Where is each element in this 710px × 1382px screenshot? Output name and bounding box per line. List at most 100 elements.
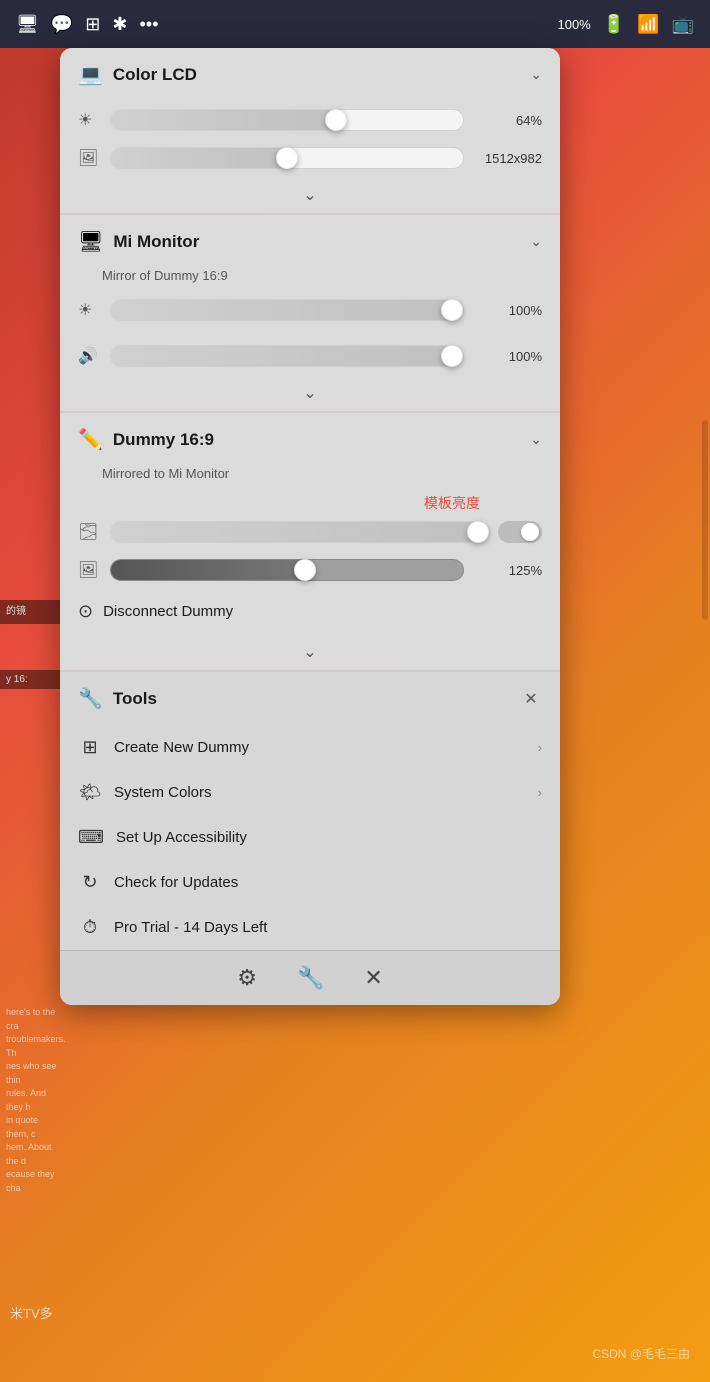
dummy-chevron[interactable]: ⌄ [530,431,542,448]
close-circle-button[interactable]: ✕ [364,965,382,991]
system-colors-icon: 🌤 [78,782,102,803]
menubar-right: 100% 🔋 📶 📺 [557,14,694,35]
color-lcd-collapse[interactable]: ⌄ [60,177,560,213]
mi-monitor-chevron[interactable]: ⌄ [530,233,542,250]
system-colors-label: System Colors [114,784,212,801]
dummy-brightness-label: 模板亮度 [424,495,480,511]
mi-monitor-header[interactable]: 🖥 Mi Monitor ⌄ [60,215,560,268]
dummy-header[interactable]: ✏️ Dummy 16:9 ⌄ [60,413,560,466]
tools-section: 🔧 Tools ✕ ⊞ Create New Dummy › 🌤 System … [60,672,560,950]
menubar: 🖥 💬 ⊞ ✱ ••• 100% 🔋 📶 📺 [0,0,710,48]
mi-brightness-slider[interactable] [110,299,464,321]
dummy-brightness-label-wrapper: 模板亮度 [60,489,560,513]
tools-title: Tools [113,689,157,709]
dummy-brightness-fill [111,522,489,542]
bg-side-label: 的镜 [0,600,68,624]
dummy-collapse[interactable]: ⌄ [60,634,560,670]
mi-volume-value: 100% [472,349,542,364]
resolution-slider-row: 🖼 1512x982 [60,139,560,177]
mi-brightness-icon: ☀ [78,300,102,320]
grid-icon[interactable]: ⊞ [85,14,100,35]
tools-icon: 🔧 [78,686,103,711]
accessibility-label: Set Up Accessibility [116,829,247,846]
gear-button[interactable]: ⚙ [237,965,257,991]
brightness-thumb[interactable] [325,109,347,131]
scrollbar[interactable] [702,420,708,620]
monitor-menu-icon[interactable]: 🖥 [16,14,39,35]
bg-label-2: y 16: [6,674,28,685]
mi-volume-fill [111,346,463,366]
updates-label: Check for Updates [114,874,238,891]
check-updates-left: ↻ Check for Updates [78,872,238,893]
create-dummy-icon: ⊞ [78,737,102,758]
dummy-brightness-slider[interactable] [110,521,490,543]
bg-side-label2: y 16: [0,670,68,689]
dummy-scale-slider[interactable] [110,559,464,581]
color-lcd-section: 💻 Color LCD ⌄ ☀ 64% 🖼 1512x982 ⌄ [60,48,560,213]
mi-brightness-value: 100% [472,303,542,318]
set-up-accessibility-left: ⌨ Set Up Accessibility [78,827,247,848]
dummy-scale-row: 🖼 125% 模板缩放比例 [60,551,560,589]
cast-icon[interactable]: 📺 [672,14,694,35]
resolution-slider[interactable] [110,147,464,169]
mi-brightness-thumb[interactable] [441,299,463,321]
mi-volume-icon: 🔊 [78,346,102,366]
dummy-brightness-thumb[interactable] [467,521,489,543]
mi-volume-slider[interactable] [110,345,464,367]
create-new-dummy-item[interactable]: ⊞ Create New Dummy › [60,725,560,770]
wechat-icon[interactable]: 💬 [51,14,73,35]
color-lcd-chevron[interactable]: ⌄ [530,66,542,83]
dots-icon[interactable]: ••• [139,14,158,35]
mi-brightness-fill [111,300,463,320]
wifi-icon[interactable]: 📶 [637,14,659,35]
dummy-title: Dummy 16:9 [113,430,214,450]
color-lcd-title: Color LCD [113,65,197,85]
brightness-slider-row: ☀ 64% [60,101,560,139]
mi-monitor-header-left: 🖥 Mi Monitor [78,229,199,254]
brightness-icon: ☀ [78,110,102,130]
dummy-toggle[interactable] [498,521,542,543]
updates-icon: ↻ [78,872,102,893]
bottom-label: 米TV多 [10,1303,53,1322]
collapse-chevron-1: ⌄ [303,185,316,205]
collapse-chevron-3: ⌄ [303,642,316,662]
dummy-header-left: ✏️ Dummy 16:9 [78,427,214,452]
main-panel: 💻 Color LCD ⌄ ☀ 64% 🖼 1512x982 ⌄ [60,48,560,1005]
pro-trial-item[interactable]: ⏱ Pro Trial - 14 Days Left [60,905,560,950]
dummy-section: ✏️ Dummy 16:9 ⌄ Mirrored to Mi Monitor 模… [60,413,560,670]
disconnect-icon: ⊙ [78,601,93,622]
wrench-button[interactable]: 🔧 [297,965,324,991]
mi-monitor-collapse[interactable]: ⌄ [60,375,560,411]
brightness-slider[interactable] [110,109,464,131]
bluetooth-icon[interactable]: ✱ [112,14,127,35]
battery-text: 100% [557,17,590,32]
resolution-thumb[interactable] [276,147,298,169]
create-dummy-arrow: › [538,740,542,755]
create-new-dummy-left: ⊞ Create New Dummy [78,737,249,758]
dummy-icon: ✏️ [78,427,103,452]
mi-volume-thumb[interactable] [441,345,463,367]
system-colors-item[interactable]: 🌤 System Colors › [60,770,560,815]
csdn-watermark: CSDN @毛毛三由 [592,1345,690,1362]
disconnect-label: Disconnect Dummy [103,603,233,620]
color-lcd-header[interactable]: 💻 Color LCD ⌄ [60,48,560,101]
dummy-subtitle: Mirrored to Mi Monitor [60,466,560,489]
bg-label-1: 的镜 [6,606,26,617]
dummy-scale-thumb[interactable] [294,559,316,581]
dummy-scale-icon: 🖼 [78,560,102,580]
mi-monitor-section: 🖥 Mi Monitor ⌄ Mirror of Dummy 16:9 ☀ 10… [60,215,560,411]
resolution-fill [111,148,287,168]
accessibility-icon: ⌨ [78,827,104,848]
mi-monitor-icon: 🖥 [78,229,103,254]
dummy-brightness-icon: 🌫 [78,522,102,542]
dummy-scale-fill [111,560,305,580]
set-up-accessibility-item[interactable]: ⌨ Set Up Accessibility [60,815,560,860]
mi-monitor-title: Mi Monitor [113,232,199,252]
system-colors-arrow: › [538,785,542,800]
resolution-icon: 🖼 [78,148,102,168]
pro-trial-icon: ⏱ [78,917,102,938]
monitor-icon: 💻 [78,62,103,87]
tools-close-button[interactable]: ✕ [520,688,542,710]
disconnect-row[interactable]: ⊙ Disconnect Dummy [60,589,560,634]
check-updates-item[interactable]: ↻ Check for Updates [60,860,560,905]
